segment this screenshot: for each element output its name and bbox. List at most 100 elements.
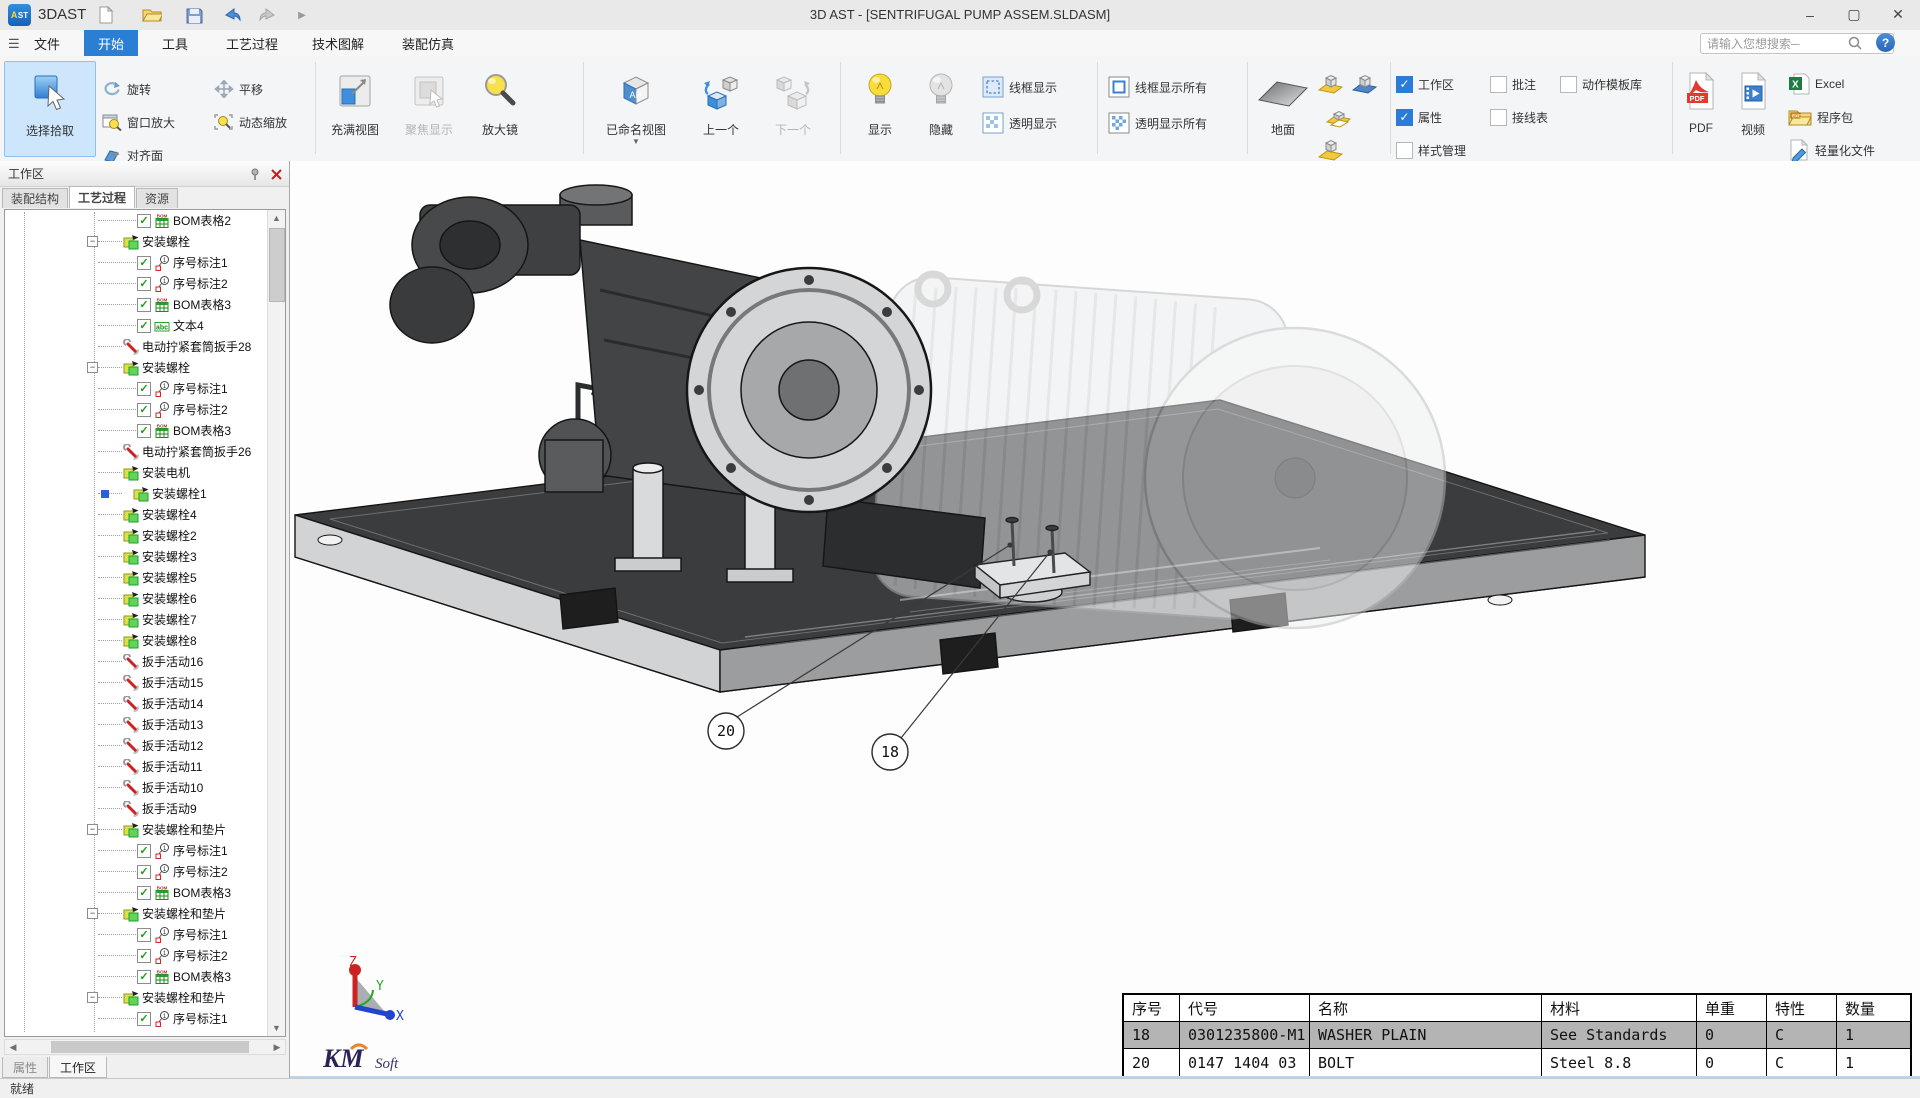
tree-item[interactable]: ✓1序号标注1 bbox=[5, 378, 285, 399]
tree-item-checkbox[interactable]: ✓ bbox=[137, 970, 151, 984]
tree-expander[interactable]: − bbox=[87, 908, 98, 919]
scroll-up-icon[interactable]: ▲ bbox=[268, 210, 285, 226]
pin-icon[interactable] bbox=[248, 166, 264, 182]
transparent-display-button[interactable]: 透明显示 bbox=[982, 110, 1057, 136]
tree-item[interactable]: ✓BOMBOM表格3 bbox=[5, 966, 285, 987]
pan-button[interactable]: 平移 bbox=[214, 76, 263, 102]
style-manage-checkbox[interactable]: 样式管理 bbox=[1396, 137, 1466, 163]
tree-item-checkbox[interactable]: ✓ bbox=[137, 844, 151, 858]
tree-item[interactable]: 电动拧紧套筒扳手26 bbox=[5, 441, 285, 462]
named-views-button[interactable]: AB 已命名视图 ▼ bbox=[592, 61, 680, 157]
tab-assembly-simulation[interactable]: 装配仿真 bbox=[388, 30, 468, 56]
close-panel-icon[interactable] bbox=[268, 166, 284, 182]
tree-item[interactable]: ✓1序号标注2 bbox=[5, 945, 285, 966]
export-excel-button[interactable]: X Excel bbox=[1788, 71, 1844, 97]
tree-item[interactable]: ✓1序号标注2 bbox=[5, 861, 285, 882]
tree-item[interactable]: 安装螺栓2 bbox=[5, 525, 285, 546]
tree-expander[interactable]: − bbox=[87, 824, 98, 835]
tree-expander[interactable]: − bbox=[87, 992, 98, 1003]
tree-item-checkbox[interactable]: ✓ bbox=[137, 214, 151, 228]
help-button[interactable]: ? bbox=[1876, 33, 1895, 52]
tree-item[interactable]: 安装螺栓7 bbox=[5, 609, 285, 630]
tab-tools[interactable]: 工具 bbox=[148, 30, 202, 56]
bom-row[interactable]: 200147 1404 03BOLTSteel 8.80C1 bbox=[1124, 1049, 1910, 1076]
scroll-right-icon[interactable]: ▶ bbox=[269, 1040, 285, 1054]
menu-file[interactable]: 文件 bbox=[20, 30, 74, 56]
tree-item-checkbox[interactable]: ✓ bbox=[137, 403, 151, 417]
tab-home[interactable]: 开始 bbox=[84, 30, 138, 56]
tab-assembly-structure[interactable]: 装配结构 bbox=[2, 188, 68, 208]
tree-item[interactable]: ✓1序号标注1 bbox=[5, 840, 285, 861]
tree-item[interactable]: 扳手活动12 bbox=[5, 735, 285, 756]
export-lightweight-button[interactable]: 轻量化文件 bbox=[1788, 137, 1875, 163]
tree-item[interactable]: 安装螺栓6 bbox=[5, 588, 285, 609]
balloon-20[interactable]: 20 bbox=[708, 713, 744, 749]
ground-style-blue-button[interactable] bbox=[1350, 70, 1380, 98]
tree-item-checkbox[interactable]: ✓ bbox=[137, 277, 151, 291]
close-button[interactable]: ✕ bbox=[1876, 0, 1920, 29]
tree-item[interactable]: ✓abc文本4 bbox=[5, 315, 285, 336]
tab-workspace[interactable]: 工作区 bbox=[49, 1056, 107, 1078]
export-package-button[interactable]: EXE 程序包 bbox=[1788, 104, 1853, 130]
scrollbar-thumb[interactable] bbox=[51, 1041, 249, 1053]
bom-table[interactable]: 序号代号名称材料单重特性数量180301235800-M1WASHER PLAI… bbox=[1122, 993, 1912, 1078]
tree-item[interactable]: 安装电机 bbox=[5, 462, 285, 483]
tree-item-checkbox[interactable]: ✓ bbox=[137, 928, 151, 942]
properties-checkbox[interactable]: ✓ 属性 bbox=[1396, 104, 1442, 130]
tree-item[interactable]: ✓1序号标注1 bbox=[5, 1008, 285, 1029]
tree-item[interactable]: −安装螺栓和垫片 bbox=[5, 987, 285, 1008]
tree-item[interactable]: 扳手活动11 bbox=[5, 756, 285, 777]
next-view-button[interactable]: 下一个 bbox=[760, 61, 826, 157]
annotation-checkbox[interactable]: 批注 bbox=[1490, 71, 1536, 97]
tree-item[interactable]: 扳手活动14 bbox=[5, 693, 285, 714]
rotate-button[interactable]: 旋转 bbox=[102, 76, 151, 102]
magnifier-button[interactable]: 放大镜 bbox=[468, 61, 532, 157]
tree-item[interactable]: ✓1序号标注2 bbox=[5, 399, 285, 420]
tree-item[interactable]: −安装螺栓 bbox=[5, 231, 285, 252]
tree-item-checkbox[interactable]: ✓ bbox=[137, 886, 151, 900]
tree-item-checkbox[interactable]: ✓ bbox=[137, 865, 151, 879]
tree-item[interactable]: 扳手活动15 bbox=[5, 672, 285, 693]
tree-item-checkbox[interactable]: ✓ bbox=[137, 256, 151, 270]
tree-item-checkbox[interactable]: ✓ bbox=[137, 1012, 151, 1026]
ground-style-yellow-button[interactable] bbox=[1316, 70, 1346, 98]
search-icon[interactable] bbox=[1848, 36, 1862, 53]
transparent-all-button[interactable]: 透明显示所有 bbox=[1108, 110, 1207, 136]
tab-tech-illustration[interactable]: 技术图解 bbox=[298, 30, 378, 56]
ground-style-top-button[interactable] bbox=[1316, 136, 1346, 164]
bom-row[interactable]: 180301235800-M1WASHER PLAINSee Standards… bbox=[1124, 1022, 1910, 1049]
tree-vertical-scrollbar[interactable]: ▲ ▼ bbox=[267, 210, 285, 1036]
tree-item[interactable]: 电动拧紧套筒扳手28 bbox=[5, 336, 285, 357]
show-button[interactable]: 显示 bbox=[852, 61, 908, 157]
menu-toggle-icon[interactable]: ☰ bbox=[8, 36, 20, 52]
select-pick-button[interactable]: 选择拾取 bbox=[4, 61, 96, 157]
export-video-button[interactable]: 视频 bbox=[1728, 61, 1778, 157]
scroll-down-icon[interactable]: ▼ bbox=[268, 1020, 285, 1036]
wireframe-all-button[interactable]: 线框显示所有 bbox=[1108, 74, 1207, 100]
tree-item[interactable]: 扳手活动13 bbox=[5, 714, 285, 735]
window-zoom-button[interactable]: 窗口放大 bbox=[102, 109, 175, 135]
tree-item[interactable]: ✓BOMBOM表格3 bbox=[5, 420, 285, 441]
tree-item[interactable]: 安装螺栓3 bbox=[5, 546, 285, 567]
tree-item[interactable]: ✓BOMBOM表格3 bbox=[5, 882, 285, 903]
previous-view-button[interactable]: 上一个 bbox=[688, 61, 754, 157]
tree-item[interactable]: −安装螺栓 bbox=[5, 357, 285, 378]
export-pdf-button[interactable]: PDF PDF bbox=[1678, 61, 1724, 157]
ground-button[interactable]: 地面 bbox=[1252, 61, 1314, 157]
workspace-checkbox[interactable]: ✓ 工作区 bbox=[1396, 71, 1454, 97]
tree-item[interactable]: ✓BOMBOM表格2 bbox=[5, 210, 285, 231]
scroll-left-icon[interactable]: ◀ bbox=[5, 1040, 21, 1054]
tree-item-checkbox[interactable]: ✓ bbox=[137, 424, 151, 438]
tree-item[interactable]: 安装螺栓8 bbox=[5, 630, 285, 651]
tree-item-checkbox[interactable]: ✓ bbox=[137, 949, 151, 963]
tree-item[interactable]: 扳手活动16 bbox=[5, 651, 285, 672]
tree-item[interactable]: 安装螺栓5 bbox=[5, 567, 285, 588]
tab-properties[interactable]: 属性 bbox=[2, 1057, 48, 1078]
hide-button[interactable]: 隐藏 bbox=[912, 61, 970, 157]
tree-item[interactable]: −安装螺栓和垫片 bbox=[5, 903, 285, 924]
tab-resources[interactable]: 资源 bbox=[136, 188, 178, 208]
fit-view-button[interactable]: 充满视图 bbox=[320, 61, 390, 157]
tree-horizontal-scrollbar[interactable]: ◀ ▶ bbox=[4, 1039, 286, 1055]
tree-item[interactable]: 扳手活动10 bbox=[5, 777, 285, 798]
minimize-button[interactable]: – bbox=[1788, 0, 1832, 29]
